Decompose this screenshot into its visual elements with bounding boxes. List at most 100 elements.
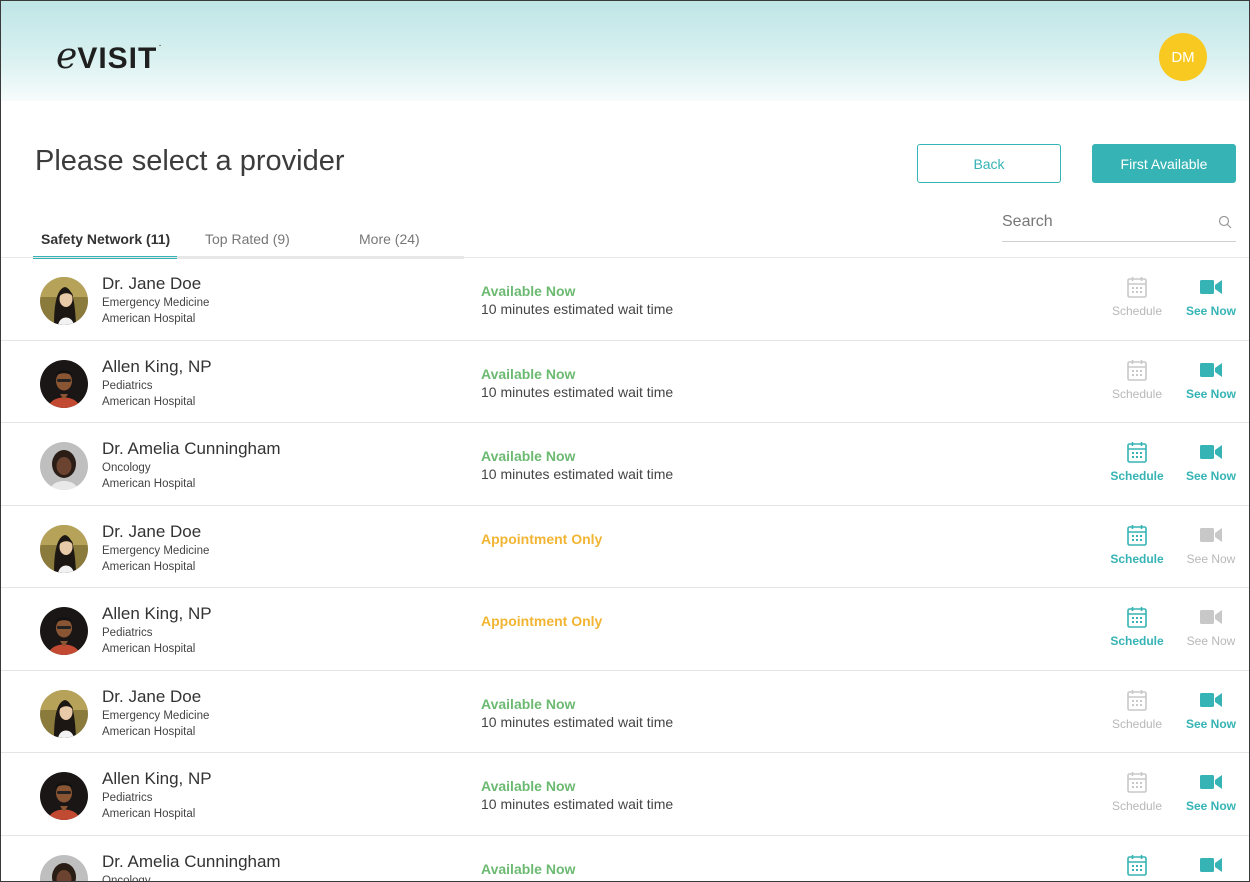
wait-time: 10 minutes estimated wait time: [481, 301, 674, 317]
wait-time: 10 minutes estimated wait time: [481, 466, 674, 482]
provider-name: Allen King, NP: [102, 356, 212, 376]
provider-row[interactable]: Allen King, NP Pediatrics American Hospi…: [1, 753, 1249, 836]
see-now-label: See Now: [1186, 551, 1236, 566]
provider-specialty: Emergency Medicine: [102, 544, 210, 557]
user-avatar[interactable]: DM: [1159, 33, 1207, 81]
top-header: e VISIT · DM: [1, 1, 1249, 101]
see-now-label: See Now: [1185, 469, 1236, 483]
provider-name: Dr. Jane Doe: [102, 521, 202, 541]
calendar-icon: [1127, 772, 1147, 793]
provider-hospital: American Hospital: [102, 395, 196, 408]
video-camera-icon: [1200, 857, 1222, 872]
logo-e: e: [56, 36, 78, 77]
see-now-button[interactable]: See Now: [1181, 441, 1241, 483]
schedule-label: Schedule: [1111, 716, 1163, 731]
provider-specialty: Pediatrics: [102, 792, 153, 804]
tab-more[interactable]: More (24): [359, 231, 420, 247]
schedule-button[interactable]: Schedule: [1107, 359, 1167, 401]
provider-row[interactable]: Dr. Jane Doe Emergency Medicine American…: [1, 258, 1249, 341]
provider-row[interactable]: Dr. Amelia Cunningham Oncology American …: [1, 423, 1249, 506]
schedule-button[interactable]: Schedule: [1107, 524, 1167, 566]
provider-photo: [40, 854, 88, 881]
provider-hospital: American Hospital: [102, 560, 196, 573]
see-now-button[interactable]: See Now: [1181, 276, 1241, 318]
availability-status: Appointment Only: [481, 613, 603, 629]
video-camera-icon: [1200, 527, 1222, 542]
availability-status: Available Now: [481, 448, 576, 464]
search-box: [1002, 207, 1236, 242]
provider-row[interactable]: Dr. Jane Doe Emergency Medicine American…: [1, 506, 1249, 588]
provider-name: Dr. Amelia Cunningham: [102, 439, 281, 458]
calendar-icon: [1127, 442, 1147, 463]
app-frame: e VISIT · DM Please select a provider Ba…: [0, 0, 1250, 882]
schedule-label: Schedule: [1110, 551, 1164, 566]
provider-row[interactable]: Dr. Amelia Cunningham Oncology American …: [1, 836, 1249, 882]
provider-specialty: Pediatrics: [102, 627, 153, 639]
provider-hospital: American Hospital: [102, 808, 196, 820]
provider-hospital: American Hospital: [102, 313, 196, 325]
availability-status: Available Now: [481, 695, 576, 712]
schedule-button[interactable]: Schedule: [1107, 854, 1167, 882]
provider-photo: [40, 772, 88, 820]
first-available-button[interactable]: First Available: [1092, 144, 1236, 183]
provider-name: Dr. Amelia Cunningham: [102, 851, 281, 871]
calendar-icon: [1127, 359, 1147, 381]
calendar-icon: [1127, 277, 1147, 298]
provider-specialty: Oncology: [102, 874, 151, 882]
evisit-logo[interactable]: e VISIT ·: [56, 39, 162, 79]
see-now-label: See Now: [1185, 799, 1236, 813]
see-now-button[interactable]: See Now: [1181, 359, 1241, 401]
provider-tabs: Safety Network (11) Top Rated (9) More (…: [33, 221, 464, 259]
see-now-label: See Now: [1185, 716, 1236, 731]
schedule-button[interactable]: Schedule: [1107, 276, 1167, 318]
provider-row[interactable]: Dr. Jane Doe Emergency Medicine American…: [1, 671, 1249, 753]
provider-name: Dr. Jane Doe: [102, 274, 202, 293]
schedule-label: Schedule: [1110, 469, 1164, 483]
see-now-button[interactable]: See Now: [1181, 689, 1241, 731]
availability-status: Available Now: [481, 283, 576, 299]
search-icon[interactable]: [1218, 215, 1232, 229]
provider-row[interactable]: Allen King, NP Pediatrics American Hospi…: [1, 588, 1249, 671]
provider-list: Dr. Jane Doe Emergency Medicine American…: [1, 257, 1249, 882]
provider-photo: [40, 524, 88, 573]
provider-photo: [40, 359, 88, 408]
schedule-button[interactable]: Schedule: [1107, 689, 1167, 731]
see-now-button[interactable]: See Now: [1181, 854, 1241, 882]
page-title: Please select a provider: [35, 145, 345, 177]
calendar-icon: [1127, 607, 1147, 628]
tab-top-rated[interactable]: Top Rated (9): [205, 231, 290, 247]
provider-name: Allen King, NP: [102, 769, 212, 788]
provider-name: Allen King, NP: [102, 604, 212, 623]
calendar-icon: [1127, 524, 1147, 546]
logo-mark: ·: [158, 40, 162, 51]
see-now-button[interactable]: See Now: [1181, 524, 1241, 566]
see-now-label: See Now: [1185, 386, 1236, 401]
provider-photo: [40, 607, 88, 655]
video-camera-icon: [1200, 610, 1222, 624]
provider-hospital: American Hospital: [102, 725, 196, 738]
see-now-label: See Now: [1185, 304, 1236, 318]
see-now-button[interactable]: See Now: [1181, 606, 1241, 648]
schedule-button[interactable]: Schedule: [1107, 606, 1167, 648]
schedule-label: Schedule: [1110, 634, 1164, 648]
tab-safety-network[interactable]: Safety Network (11): [41, 231, 170, 247]
schedule-button[interactable]: Schedule: [1107, 771, 1167, 813]
provider-specialty: Emergency Medicine: [102, 709, 210, 722]
see-now-button[interactable]: See Now: [1181, 771, 1241, 813]
search-input[interactable]: [1002, 207, 1202, 237]
video-camera-icon: [1200, 692, 1222, 707]
video-camera-icon: [1200, 445, 1222, 459]
schedule-button[interactable]: Schedule: [1107, 441, 1167, 483]
provider-row[interactable]: Allen King, NP Pediatrics American Hospi…: [1, 341, 1249, 423]
wait-time: 10 minutes estimated wait time: [481, 713, 674, 730]
provider-hospital: American Hospital: [102, 643, 196, 655]
provider-specialty: Pediatrics: [102, 379, 153, 392]
calendar-icon: [1127, 689, 1147, 711]
schedule-label: Schedule: [1111, 304, 1163, 318]
provider-name: Dr. Jane Doe: [102, 686, 202, 706]
provider-photo: [40, 442, 88, 490]
logo-wordmark: VISIT: [77, 42, 158, 75]
back-button[interactable]: Back: [917, 144, 1061, 183]
calendar-icon: [1127, 854, 1147, 876]
wait-time: 10 minutes estimated wait time: [481, 383, 674, 400]
